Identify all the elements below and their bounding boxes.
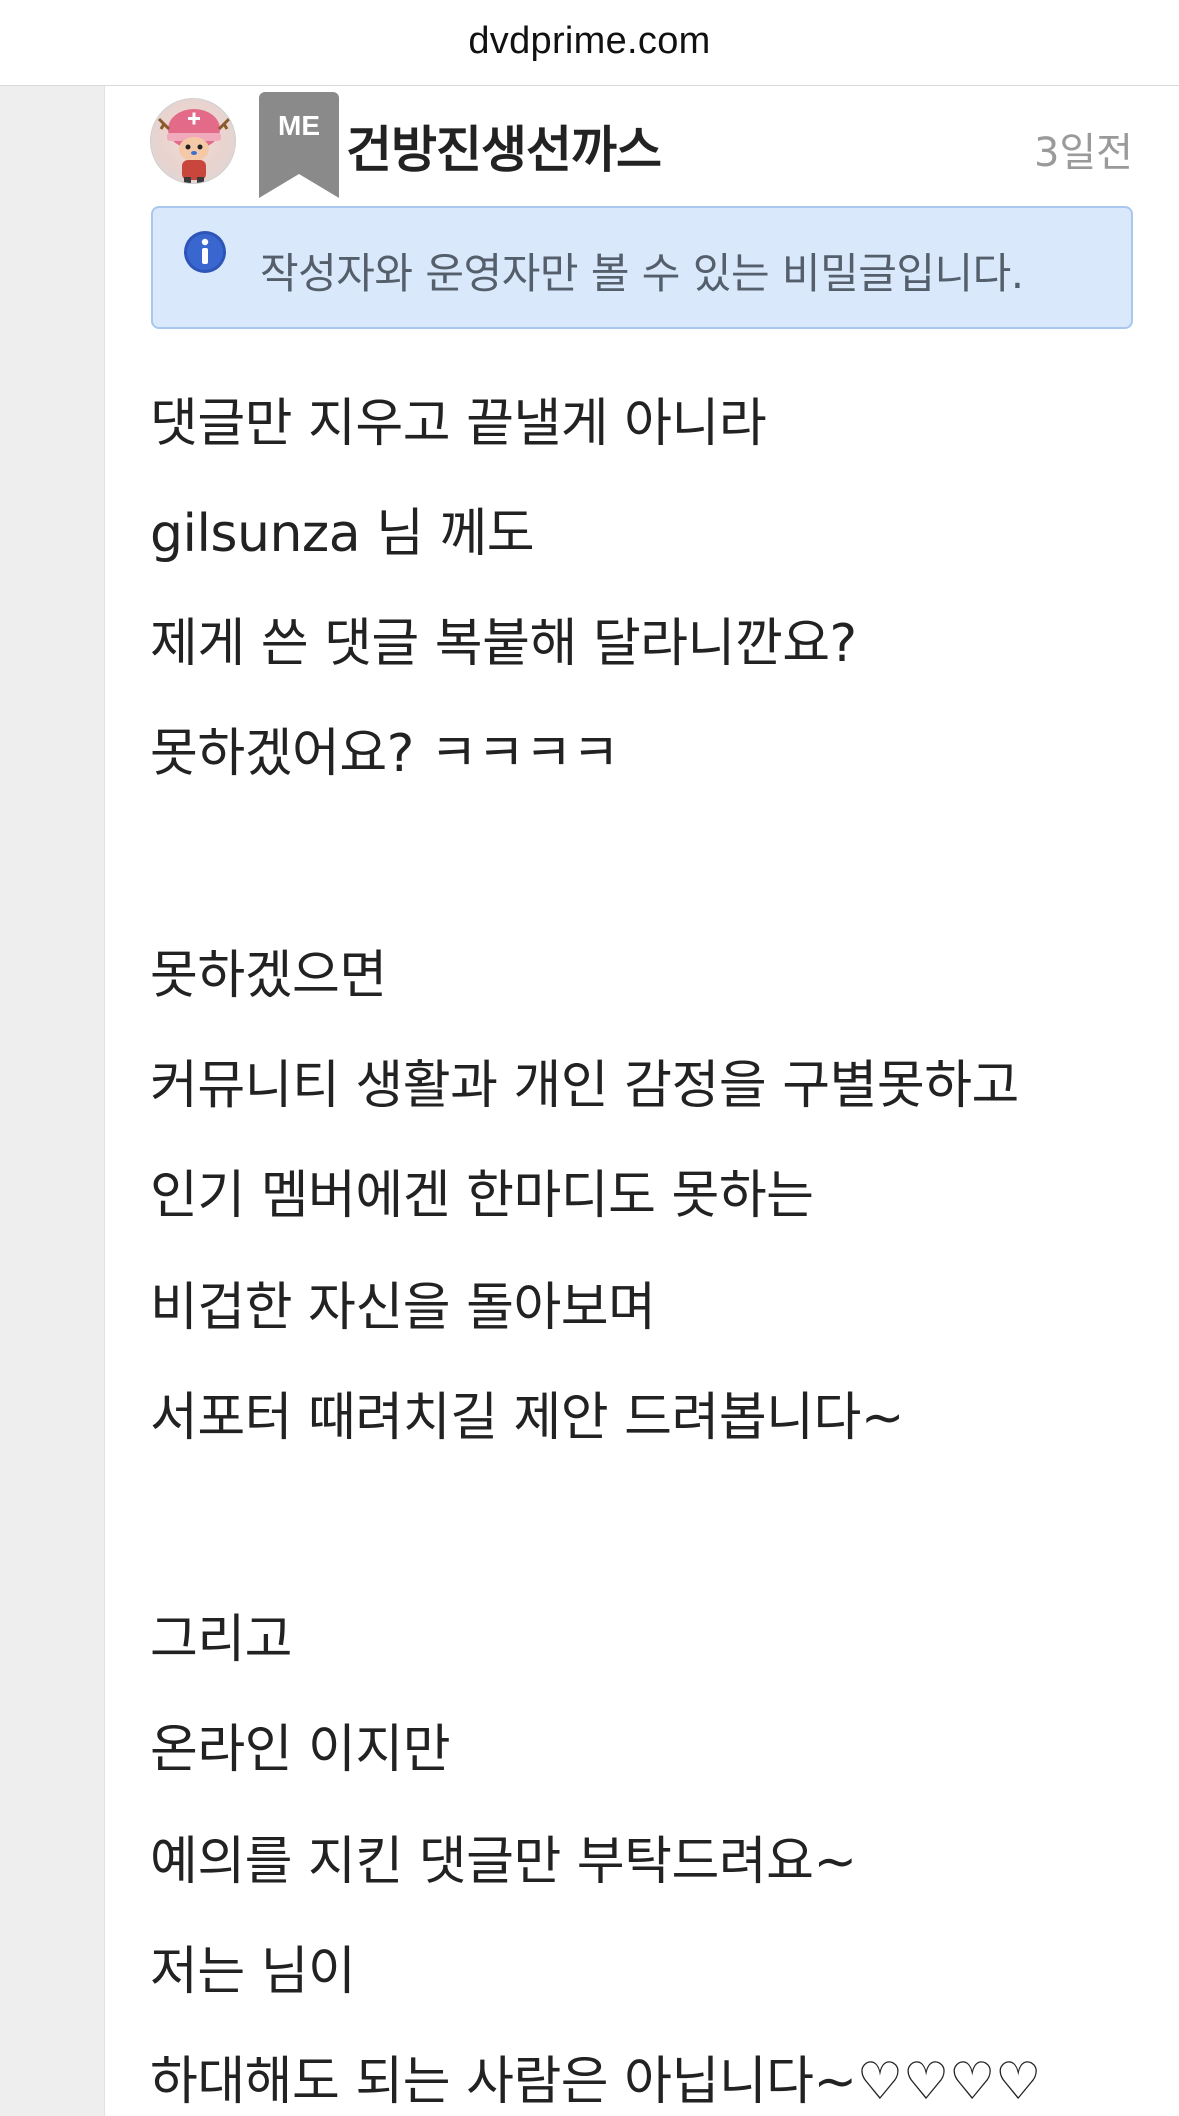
me-badge: ME [259, 92, 339, 200]
comment-line: 그리고 [150, 1610, 293, 1670]
reply-indent-gutter [0, 86, 105, 2116]
bookmark-ribbon-icon [259, 92, 339, 198]
comment-line: 예의를 지킨 댓글만 부탁드려요~ [150, 1832, 857, 1892]
author-name[interactable]: 건방진생선까스 [346, 110, 662, 182]
comment-line: 온라인 이지만 [150, 1720, 451, 1780]
avatar-character-icon [157, 109, 231, 183]
comment-line: 저는 님이 [150, 1942, 356, 2002]
avatar[interactable] [150, 98, 236, 184]
comment-line: 서포터 때려치길 제안 드려봅니다~ [150, 1388, 904, 1448]
comment-line: 댓글만 지우고 끝낼게 아니라 [150, 394, 767, 454]
browser-address-bar[interactable]: dvdprime.com [0, 0, 1179, 86]
secret-comment-notice-text: 작성자와 운영자만 볼 수 있는 비밀글입니다. [260, 249, 1024, 298]
comment-line: 못하겠으면 [150, 946, 387, 1006]
info-icon [184, 231, 226, 273]
comment-line: 인기 멤버에겐 한마디도 못하는 [150, 1166, 814, 1226]
comment-line: 못하겠어요? ㅋㅋㅋㅋ [150, 724, 620, 784]
comment-line: 제게 쓴 댓글 복붙해 달라니깐요? [150, 614, 857, 674]
comment-timestamp: 3일전 [1033, 130, 1133, 176]
comment-line: 하대해도 되는 사람은 아닙니다~♡♡♡♡ [150, 2052, 1042, 2112]
me-badge-label: ME [278, 110, 320, 141]
url-text[interactable]: dvdprime.com [0, 20, 1179, 63]
comment-line: gilsunza 님 께도 [150, 504, 535, 564]
comment-line: 커뮤니티 생활과 개인 감정을 구별못하고 [150, 1056, 1019, 1116]
comment-line: 비겁한 자신을 돌아보며 [150, 1278, 656, 1338]
